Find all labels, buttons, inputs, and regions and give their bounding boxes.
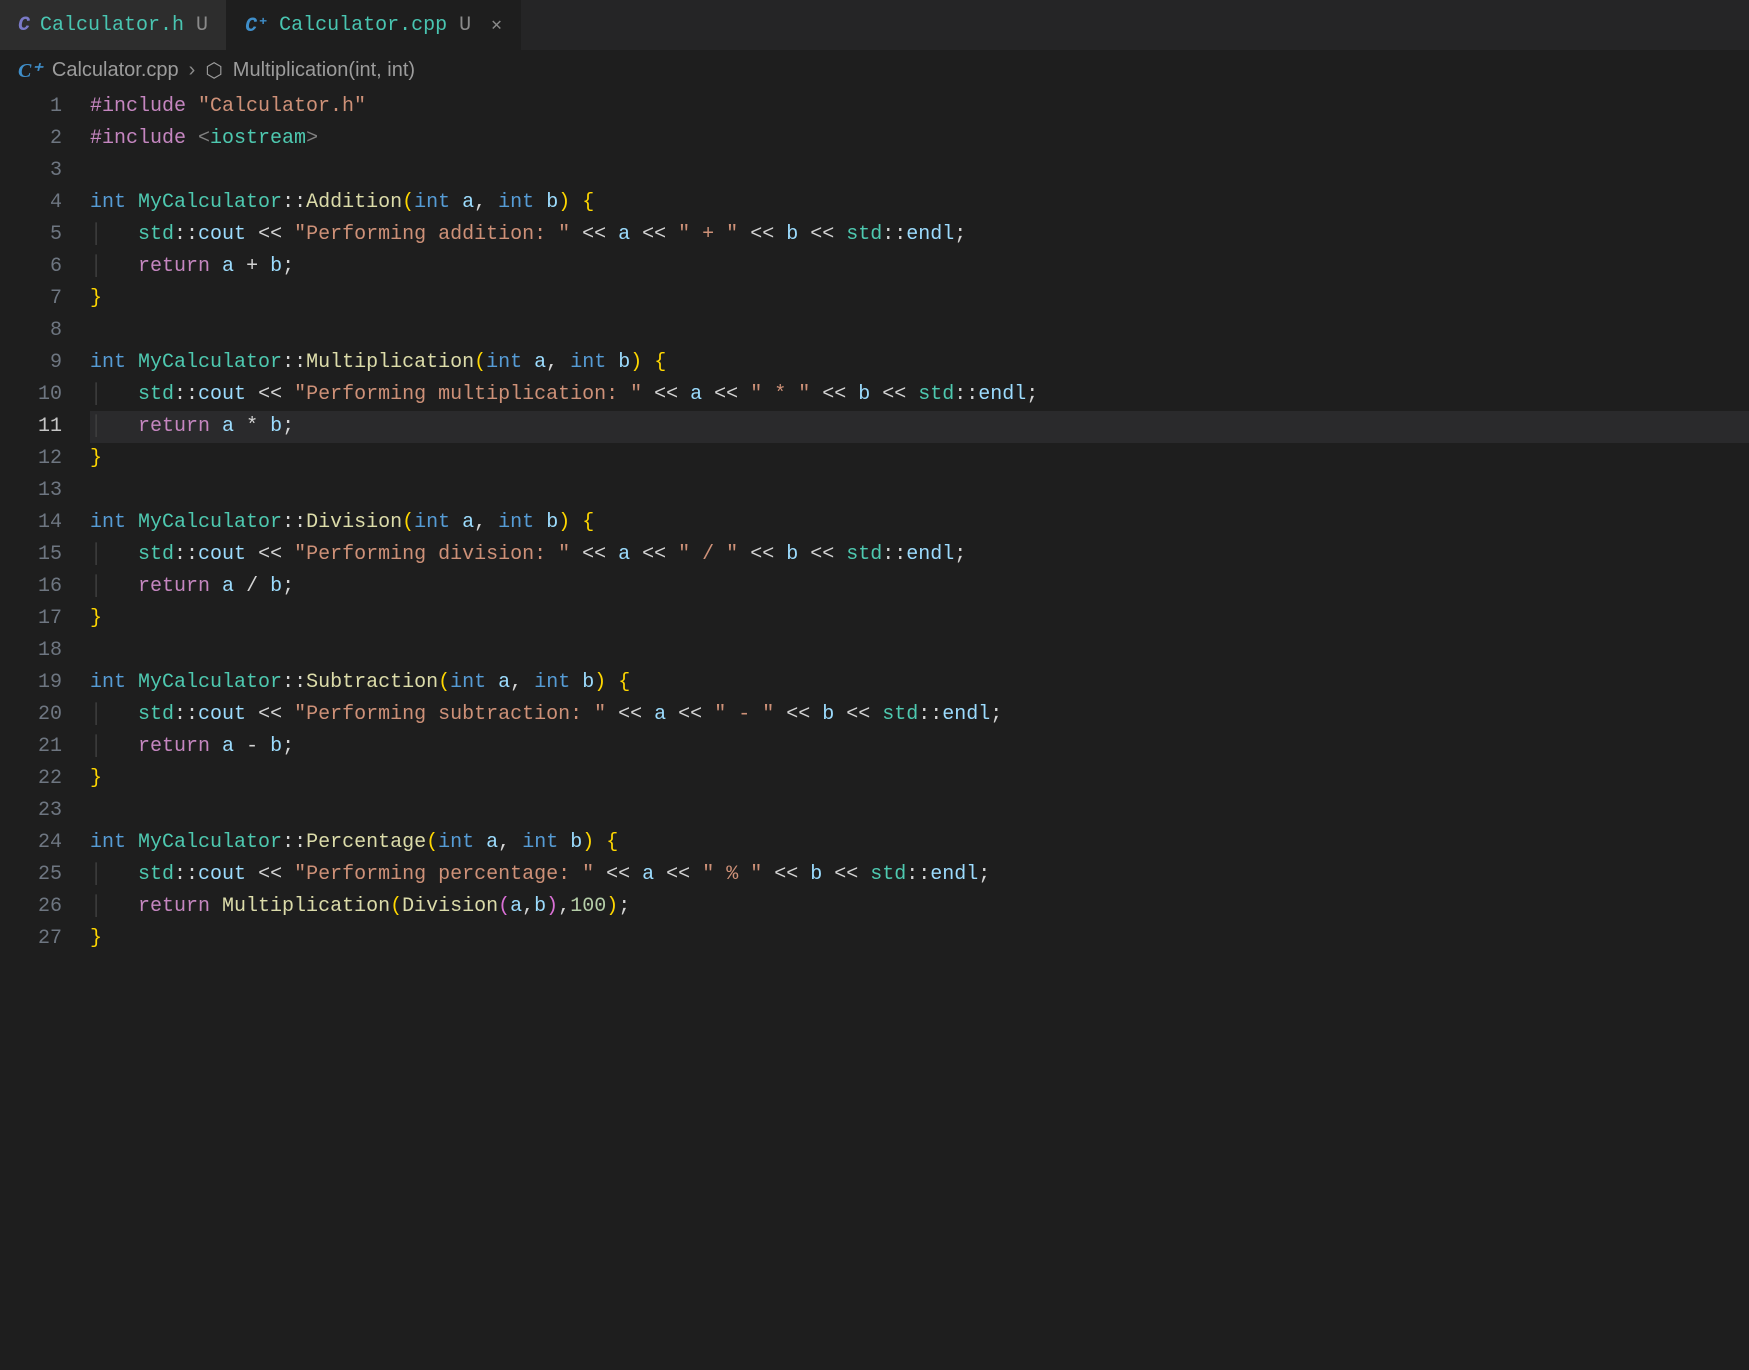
code-line[interactable]: int MyCalculator::Addition(int a, int b)…	[90, 187, 1749, 219]
tab-bar-spacer	[521, 0, 1749, 50]
code-line[interactable]: │ return a + b;	[90, 251, 1749, 283]
code-line[interactable]: │ std::cout << "Performing addition: " <…	[90, 219, 1749, 251]
code-line[interactable]	[90, 795, 1749, 827]
code-line[interactable]: }	[90, 443, 1749, 475]
code-line[interactable]: │ std::cout << "Performing multiplicatio…	[90, 379, 1749, 411]
tab-modified-badge: U	[196, 14, 208, 37]
code-line[interactable]: int MyCalculator::Division(int a, int b)…	[90, 507, 1749, 539]
breadcrumb[interactable]: C⁺ Calculator.cpp › ⬡ Multiplication(int…	[0, 50, 1749, 91]
code-line[interactable]	[90, 315, 1749, 347]
tab-bar: C Calculator.h U C⁺ Calculator.cpp U ✕	[0, 0, 1749, 50]
code-line[interactable]	[90, 155, 1749, 187]
chevron-right-icon: ›	[189, 59, 196, 82]
tab-calculator-h[interactable]: C Calculator.h U	[0, 0, 227, 50]
breadcrumb-symbol[interactable]: Multiplication(int, int)	[233, 59, 415, 82]
symbol-method-icon: ⬡	[205, 58, 222, 83]
c-file-icon: C	[18, 14, 30, 37]
code-line[interactable]: }	[90, 603, 1749, 635]
code-line-active[interactable]: │ return a * b;	[90, 411, 1749, 443]
tab-label: Calculator.cpp	[279, 14, 447, 37]
code-line[interactable]	[90, 635, 1749, 667]
code-line[interactable]: int MyCalculator::Percentage(int a, int …	[90, 827, 1749, 859]
code-line[interactable]: │ return Multiplication(Division(a,b),10…	[90, 891, 1749, 923]
code-line[interactable]: │ std::cout << "Performing division: " <…	[90, 539, 1749, 571]
code-line[interactable]: }	[90, 923, 1749, 955]
code-line[interactable]	[90, 475, 1749, 507]
cpp-file-icon: C⁺	[245, 12, 269, 38]
breadcrumb-file[interactable]: Calculator.cpp	[52, 59, 179, 82]
cpp-file-icon: C⁺	[18, 58, 42, 83]
code-line[interactable]: #include <iostream>	[90, 123, 1749, 155]
tab-label: Calculator.h	[40, 14, 184, 37]
close-icon[interactable]: ✕	[491, 14, 502, 36]
code-line[interactable]: }	[90, 763, 1749, 795]
code-line[interactable]: int MyCalculator::Multiplication(int a, …	[90, 347, 1749, 379]
code-line[interactable]: #include "Calculator.h"	[90, 91, 1749, 123]
line-number-gutter: 1234567891011121314151617181920212223242…	[0, 91, 90, 955]
code-content[interactable]: #include "Calculator.h" #include <iostre…	[90, 91, 1749, 955]
code-line[interactable]: │ return a - b;	[90, 731, 1749, 763]
code-line[interactable]: │ return a / b;	[90, 571, 1749, 603]
tab-modified-badge: U	[459, 14, 471, 37]
code-line[interactable]: │ std::cout << "Performing percentage: "…	[90, 859, 1749, 891]
code-line[interactable]: }	[90, 283, 1749, 315]
code-editor[interactable]: 1234567891011121314151617181920212223242…	[0, 91, 1749, 955]
tab-calculator-cpp[interactable]: C⁺ Calculator.cpp U ✕	[227, 0, 521, 50]
code-line[interactable]: │ std::cout << "Performing subtraction: …	[90, 699, 1749, 731]
code-line[interactable]: int MyCalculator::Subtraction(int a, int…	[90, 667, 1749, 699]
